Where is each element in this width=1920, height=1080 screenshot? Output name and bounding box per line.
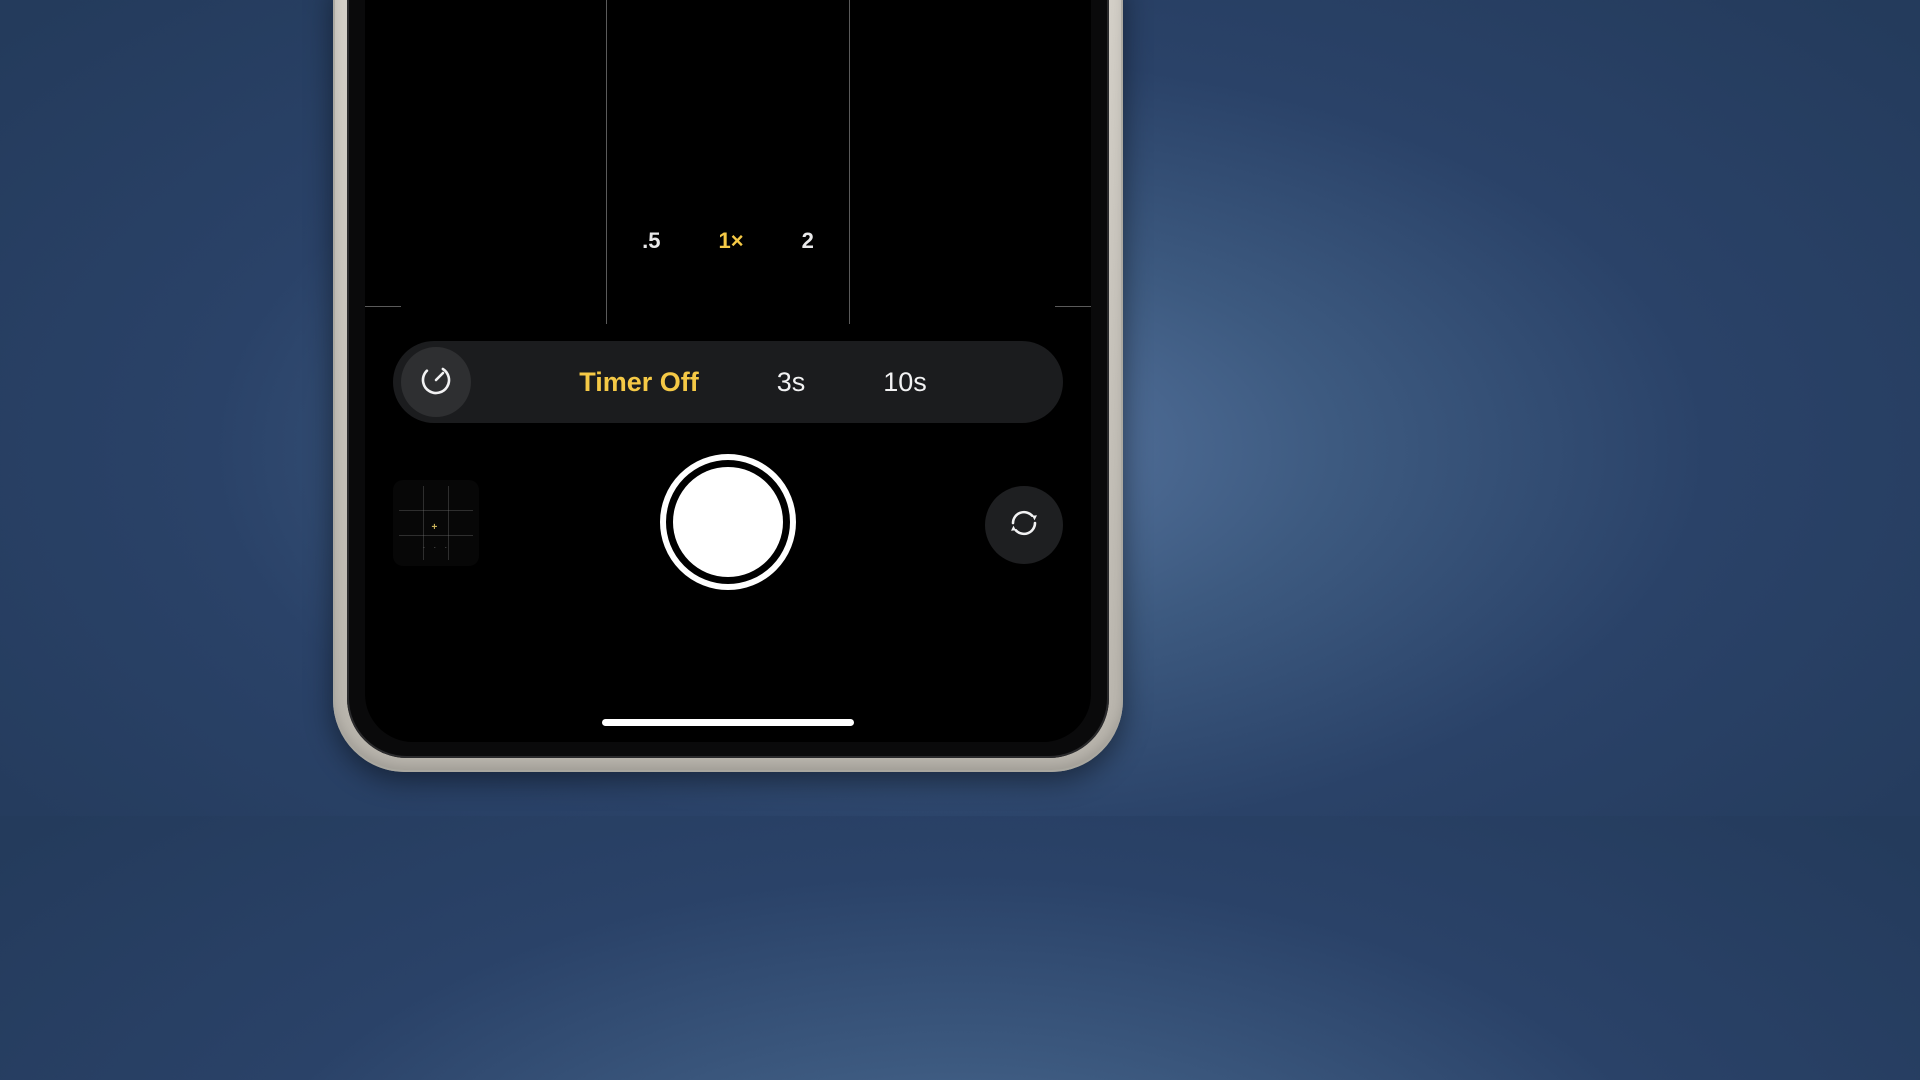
zoom-option-1x[interactable]: 1×: [719, 228, 744, 254]
last-photo-thumbnail[interactable]: + · · ·: [393, 480, 479, 566]
shutter-inner: [673, 467, 783, 577]
bottom-controls: + · · ·: [365, 452, 1091, 612]
timer-toggle-button[interactable]: [401, 347, 471, 417]
timer-option-10s[interactable]: 10s: [883, 367, 927, 398]
viewfinder[interactable]: .5 1× 2: [365, 0, 1091, 324]
flip-camera-button[interactable]: [985, 486, 1063, 564]
camera-screen: .5 1× 2 Timer Off 3s 10s: [365, 0, 1091, 742]
phone-frame: .5 1× 2 Timer Off 3s 10s: [333, 0, 1123, 772]
timer-option-off[interactable]: Timer Off: [579, 367, 699, 398]
timer-option-3s[interactable]: 3s: [777, 367, 806, 398]
zoom-option-0-5x[interactable]: .5: [642, 228, 660, 254]
flip-camera-icon: [1004, 503, 1044, 548]
shutter-button[interactable]: [660, 454, 796, 590]
zoom-selector: .5 1× 2: [365, 228, 1091, 254]
grid-vertical-1: [606, 0, 607, 324]
grid-tick-right: [1055, 306, 1091, 307]
timer-bar: Timer Off 3s 10s: [393, 341, 1063, 423]
grid-tick-left: [365, 306, 401, 307]
zoom-option-2x[interactable]: 2: [802, 228, 814, 254]
timer-options: Timer Off 3s 10s: [471, 367, 1055, 398]
home-indicator[interactable]: [602, 719, 854, 726]
timer-icon: [419, 363, 453, 402]
thumbnail-preview: + · · ·: [399, 486, 473, 560]
grid-vertical-2: [849, 0, 850, 324]
